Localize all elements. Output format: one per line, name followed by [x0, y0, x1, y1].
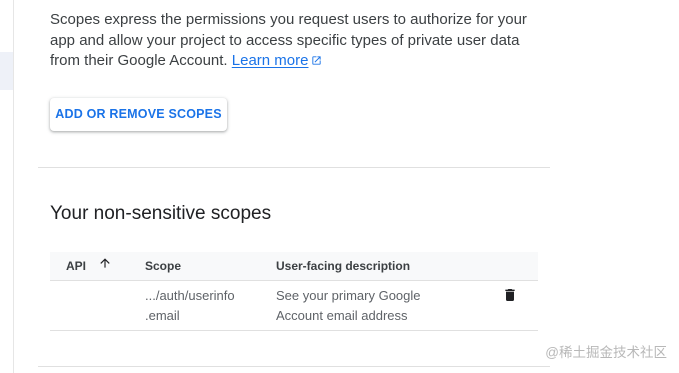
learn-more-link[interactable]: Learn more	[232, 52, 323, 69]
arrow-up-icon	[98, 252, 112, 281]
section-divider	[38, 167, 550, 168]
scope-cell-line1: .../auth/userinfo	[145, 288, 235, 303]
left-nav-active-item[interactable]	[0, 52, 13, 90]
section-title: Your non-sensitive scopes	[50, 203, 272, 224]
external-link-icon	[311, 52, 322, 73]
left-nav-rail	[0, 0, 14, 373]
section-divider-bottom	[38, 366, 550, 367]
add-or-remove-scopes-button[interactable]: ADD OR REMOVE SCOPES	[50, 98, 227, 131]
watermark: @稀土掘金技术社区	[545, 345, 667, 360]
scope-cell-line2: .email	[145, 308, 180, 323]
scopes-description: Scopes express the permissions you reque…	[50, 10, 550, 73]
trash-icon[interactable]	[502, 287, 518, 309]
api-column-label: API	[66, 259, 87, 273]
api-column-header[interactable]: API	[66, 252, 112, 281]
table-header: API Scope User-facing description	[50, 252, 538, 281]
description-cell: See your primary Google Account email ad…	[276, 286, 466, 326]
table-row: .../auth/userinfo .email See your primar…	[50, 281, 538, 331]
description-cell-line2: Account email address	[276, 308, 408, 323]
non-sensitive-scopes-table: API Scope User-facing description .../au…	[50, 252, 538, 331]
learn-more-label: Learn more	[231, 52, 309, 69]
scope-cell: .../auth/userinfo .email	[145, 286, 270, 326]
description-column-header: User-facing description	[276, 259, 411, 273]
scope-column-header: Scope	[145, 259, 182, 273]
description-cell-line1: See your primary Google	[276, 288, 421, 303]
